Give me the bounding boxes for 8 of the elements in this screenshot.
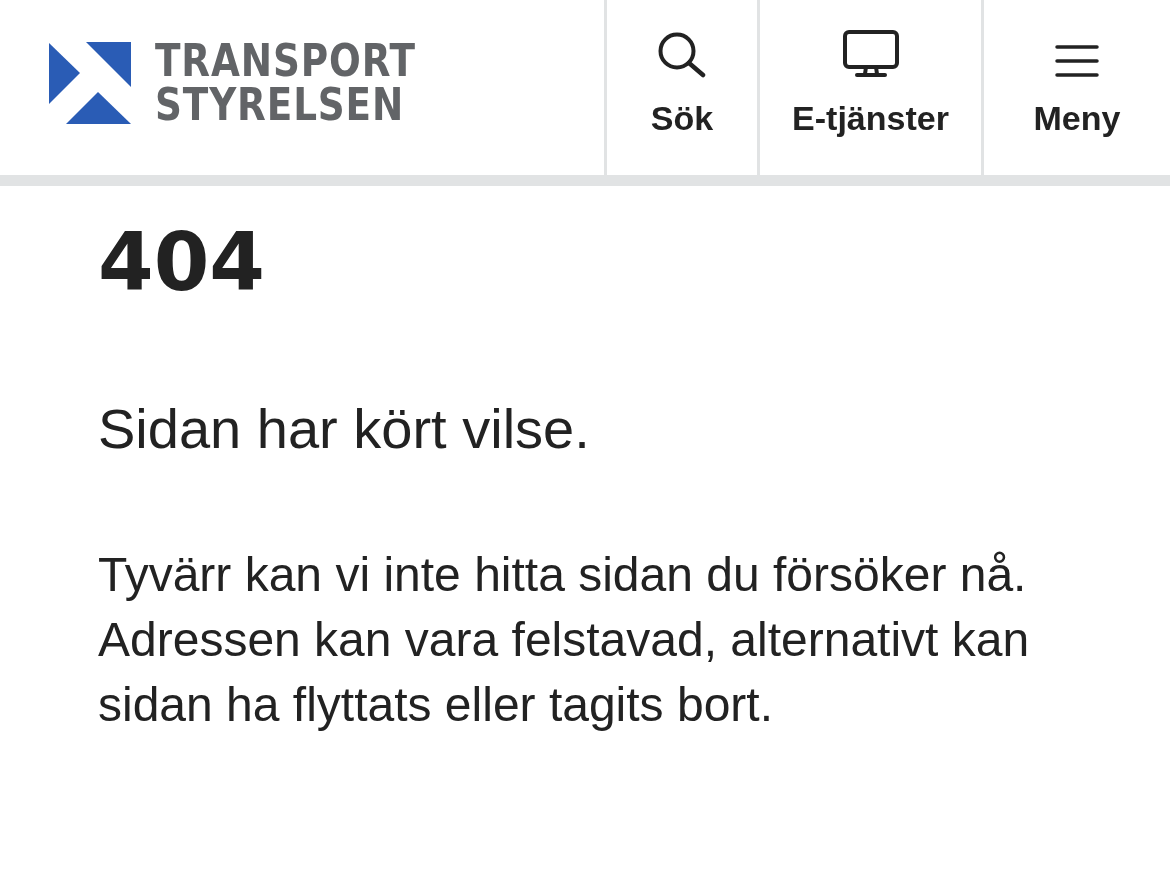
menu-icon — [1055, 44, 1099, 78]
monitor-icon — [842, 30, 899, 78]
error-code: 404 — [98, 218, 265, 308]
error-message: Tyvärr kan vi inte hitta sidan du försöker nå. Adressen kan vara felstavad, alternativt kan sidan ha flyttats eller tagits bort. — [98, 547, 1031, 733]
logo-text: TRANSPORT STYRELSEN — [155, 38, 416, 127]
page-heading: Sidan har kört vilse. — [98, 397, 590, 461]
logo-mark-icon — [49, 41, 131, 124]
search-icon — [658, 32, 706, 78]
